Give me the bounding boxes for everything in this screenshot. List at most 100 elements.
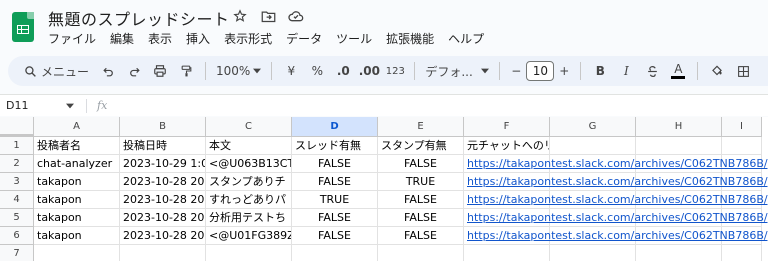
cell-e5[interactable]: FALSE xyxy=(378,209,464,227)
cell-b7[interactable] xyxy=(120,245,206,261)
menu-help[interactable]: ヘルプ xyxy=(448,30,490,47)
cell-e2[interactable]: FALSE xyxy=(378,155,464,173)
menu-format[interactable]: 表示形式 xyxy=(224,30,278,47)
column-header-i[interactable]: I xyxy=(722,117,762,137)
cell-d3[interactable]: FALSE xyxy=(292,173,378,191)
menu-extensions[interactable]: 拡張機能 xyxy=(386,30,440,47)
row-header-7[interactable]: 7 xyxy=(0,245,34,261)
cell-f5[interactable]: https://takapontest.slack.com/archives/C… xyxy=(464,209,768,227)
cell-e7[interactable] xyxy=(378,245,464,261)
cell-g1[interactable] xyxy=(550,137,636,155)
cell-e6[interactable]: FALSE xyxy=(378,227,464,245)
cell-d7[interactable] xyxy=(292,245,378,261)
font-select[interactable]: デフォ... xyxy=(421,63,493,80)
percent-button[interactable]: % xyxy=(304,59,330,83)
decrease-decimal-button[interactable]: .0 xyxy=(330,59,356,83)
row-header-3[interactable]: 3 xyxy=(0,173,34,191)
cell-b2[interactable]: 2023-10-29 1:01 xyxy=(120,155,206,173)
font-size-input[interactable]: 10 xyxy=(526,61,555,81)
cell-a5[interactable]: takapon xyxy=(34,209,120,227)
column-header-d[interactable]: D xyxy=(292,117,378,137)
row-header-1[interactable]: 1 xyxy=(0,137,34,155)
menu-edit[interactable]: 編集 xyxy=(110,30,140,47)
cell-e1[interactable]: スタンプ有無 xyxy=(378,137,464,155)
cell-d2[interactable]: FALSE xyxy=(292,155,378,173)
cell-c6[interactable]: <@U01FG389Z xyxy=(206,227,292,245)
menu-tools[interactable]: ツール xyxy=(336,30,378,47)
cell-c2[interactable]: <@U063B13CTB xyxy=(206,155,292,173)
cell-c3[interactable]: スタンプありチ xyxy=(206,173,292,191)
cell-d6[interactable]: FALSE xyxy=(292,227,378,245)
zoom-select[interactable]: 100% xyxy=(212,64,265,78)
fill-color-icon[interactable] xyxy=(704,59,730,83)
row-header-2[interactable]: 2 xyxy=(0,155,34,173)
cell-a2[interactable]: chat-analyzer xyxy=(34,155,120,173)
cell-b6[interactable]: 2023-10-28 20:2 xyxy=(120,227,206,245)
redo-icon[interactable] xyxy=(121,59,147,83)
cell-d4[interactable]: TRUE xyxy=(292,191,378,209)
cell-f7[interactable] xyxy=(464,245,550,261)
cloud-saved-icon[interactable] xyxy=(288,8,304,24)
cell-b5[interactable]: 2023-10-28 20:2 xyxy=(120,209,206,227)
text-color-button[interactable]: A xyxy=(665,59,691,83)
column-header-c[interactable]: C xyxy=(206,117,292,137)
sheets-logo-icon[interactable] xyxy=(12,12,34,42)
print-icon[interactable] xyxy=(147,59,173,83)
menu-insert[interactable]: 挿入 xyxy=(186,30,216,47)
cell-g7[interactable] xyxy=(550,245,636,261)
cell-c7[interactable] xyxy=(206,245,292,261)
row-header-6[interactable]: 6 xyxy=(0,227,34,245)
number-format-button[interactable]: 123 xyxy=(382,59,408,83)
cell-a3[interactable]: takapon xyxy=(34,173,120,191)
menu-data[interactable]: データ xyxy=(286,30,328,47)
cell-b4[interactable]: 2023-10-28 20:2 xyxy=(120,191,206,209)
cell-d1[interactable]: スレッド有無 xyxy=(292,137,378,155)
column-header-b[interactable]: B xyxy=(120,117,206,137)
menu-view[interactable]: 表示 xyxy=(148,30,178,47)
menu-search[interactable]: メニュー xyxy=(18,59,95,83)
bold-button[interactable]: B xyxy=(587,59,613,83)
column-header-a[interactable]: A xyxy=(34,117,120,137)
cell-i7[interactable] xyxy=(722,245,762,261)
cell-f3[interactable]: https://takapontest.slack.com/archives/C… xyxy=(464,173,768,191)
row-header-5[interactable]: 5 xyxy=(0,209,34,227)
cell-d5[interactable]: FALSE xyxy=(292,209,378,227)
increase-font-size-button[interactable]: + xyxy=(554,59,574,83)
italic-button[interactable]: I xyxy=(613,59,639,83)
cell-b3[interactable]: 2023-10-28 20:2 xyxy=(120,173,206,191)
column-header-g[interactable]: G xyxy=(550,117,636,137)
cell-a4[interactable]: takapon xyxy=(34,191,120,209)
cell-e3[interactable]: TRUE xyxy=(378,173,464,191)
column-header-e[interactable]: E xyxy=(378,117,464,137)
cell-f6[interactable]: https://takapontest.slack.com/archives/C… xyxy=(464,227,768,245)
cell-f1[interactable]: 元チャットへのリンク xyxy=(464,137,550,155)
select-all-corner[interactable] xyxy=(0,117,34,137)
borders-icon[interactable] xyxy=(730,59,756,83)
decrease-font-size-button[interactable]: − xyxy=(506,59,526,83)
currency-button[interactable]: ¥ xyxy=(278,59,304,83)
cell-h1[interactable] xyxy=(636,137,722,155)
move-folder-icon[interactable] xyxy=(260,8,276,24)
cell-c1[interactable]: 本文 xyxy=(206,137,292,155)
cell-c4[interactable]: すれっどありパ xyxy=(206,191,292,209)
increase-decimal-button[interactable]: .00 xyxy=(356,59,382,83)
sheet-grid[interactable]: ABCDEFGHI 1投稿者名投稿日時本文スレッド有無スタンプ有無元チャットへのリ… xyxy=(0,117,768,261)
cell-a1[interactable]: 投稿者名 xyxy=(34,137,120,155)
cell-e4[interactable]: FALSE xyxy=(378,191,464,209)
column-header-h[interactable]: H xyxy=(636,117,722,137)
cell-i1[interactable] xyxy=(722,137,762,155)
cell-f4[interactable]: https://takapontest.slack.com/archives/C… xyxy=(464,191,768,209)
cell-c5[interactable]: 分析用テストち xyxy=(206,209,292,227)
column-header-f[interactable]: F xyxy=(464,117,550,137)
undo-icon[interactable] xyxy=(95,59,121,83)
cell-b1[interactable]: 投稿日時 xyxy=(120,137,206,155)
strikethrough-icon[interactable] xyxy=(639,59,665,83)
document-title[interactable]: 無題のスプレッドシート xyxy=(48,6,230,30)
cell-a7[interactable] xyxy=(34,245,120,261)
row-header-4[interactable]: 4 xyxy=(0,191,34,209)
star-icon[interactable] xyxy=(232,8,248,24)
cell-h7[interactable] xyxy=(636,245,722,261)
menu-file[interactable]: ファイル xyxy=(48,30,102,47)
paint-format-icon[interactable] xyxy=(173,59,199,83)
name-box[interactable]: D11 xyxy=(0,99,80,112)
